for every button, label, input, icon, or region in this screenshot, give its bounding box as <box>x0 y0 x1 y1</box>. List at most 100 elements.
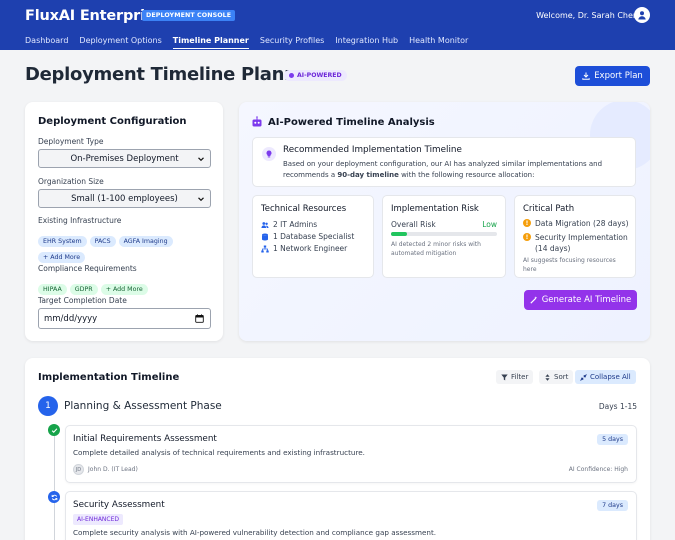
rec-line-1: Based on your deployment configuration, … <box>283 160 603 168</box>
critical-item-data-migration: ! Data Migration (28 days) <box>523 219 629 228</box>
rec-timeline-emphasis: 90-day timeline <box>337 171 399 179</box>
generate-ai-timeline-button[interactable]: Generate AI Timeline <box>524 290 637 310</box>
technical-resources-panel: Technical Resources 2 IT Admins 1 Databa… <box>252 195 374 278</box>
ai-card-header: AI-Powered Timeline Analysis <box>251 116 435 128</box>
org-size-value: Small (1-100 employees) <box>71 193 178 204</box>
timeline-connector <box>54 430 55 540</box>
rec-line-2a: recommends a <box>283 171 338 179</box>
chip-hipaa[interactable]: HIPAA <box>38 284 67 295</box>
filter-icon <box>501 374 508 380</box>
resource-label: 1 Database Specialist <box>273 232 355 241</box>
overall-risk-label: Overall Risk <box>391 220 436 229</box>
ai-enhanced-badge: AI-ENHANCED <box>73 514 124 525</box>
risk-bar-fill <box>391 232 407 236</box>
filter-label: Filter <box>511 373 529 381</box>
risk-title: Implementation Risk <box>391 204 479 214</box>
collapse-label: Collapse All <box>590 373 631 381</box>
target-date-input[interactable]: mm/dd/yyyy <box>38 308 211 329</box>
export-plan-label: Export Plan <box>594 71 643 81</box>
magic-wand-icon <box>530 296 537 304</box>
implementation-risk-panel: Implementation Risk Overall Risk Low AI … <box>382 195 506 278</box>
phase-number: 1 <box>38 396 58 416</box>
compliance-chips: HIPAA GDPR + Add More <box>38 276 151 295</box>
resources-title: Technical Resources <box>261 204 347 214</box>
chevron-down-icon <box>198 197 204 202</box>
ai-badge-label: AI-POWERED <box>297 72 342 79</box>
nav-timeline-planner[interactable]: Timeline Planner <box>172 36 249 49</box>
owner-name: John D. (IT Lead) <box>88 466 138 473</box>
deployment-type-value: On-Premises Deployment <box>70 153 179 164</box>
task-title: Initial Requirements Assessment <box>73 434 217 444</box>
completed-check-icon <box>48 424 60 436</box>
ai-dot-icon <box>289 73 294 78</box>
recommendation-box: Recommended Implementation Timeline Base… <box>252 137 636 187</box>
task-card[interactable]: Initial Requirements Assessment 5 days C… <box>65 425 637 483</box>
in-progress-sync-icon <box>48 491 60 503</box>
resource-label: 1 Network Engineer <box>273 244 348 253</box>
task-description: Complete security analysis with AI-power… <box>73 528 437 537</box>
critical-item-label: Data Migration (28 days) <box>535 219 629 228</box>
task-duration-badge: 7 days <box>597 500 628 511</box>
critical-path-panel: Critical Path ! Data Migration (28 days)… <box>514 195 636 278</box>
chip-gdpr[interactable]: GDPR <box>69 284 98 295</box>
resource-database-specialist: 1 Database Specialist <box>261 232 354 241</box>
rec-line-2c: with the following resource allocation: <box>398 171 535 179</box>
nav-health-monitor[interactable]: Health Monitor <box>409 36 468 49</box>
warning-icon: ! <box>523 219 531 227</box>
overall-risk-value: Low <box>482 220 497 229</box>
resource-label: 2 IT Admins <box>273 220 318 229</box>
critical-path-note: AI suggests focusing resources here <box>523 257 616 273</box>
console-tag: DEPLOYMENT CONSOLE <box>142 10 236 21</box>
ai-confidence: AI Confidence: High <box>568 466 628 473</box>
recommendation-body: Based on your deployment configuration, … <box>283 159 623 181</box>
page-title: Deployment Timeline Planner <box>25 64 318 85</box>
infrastructure-add: + Add More <box>38 244 88 263</box>
chevron-down-icon <box>198 157 204 162</box>
nav-deployment-options[interactable]: Deployment Options <box>79 36 161 49</box>
nav-integration-hub[interactable]: Integration Hub <box>335 36 398 49</box>
network-icon <box>261 245 269 252</box>
sort-label: Sort <box>554 373 569 381</box>
calendar-icon <box>195 314 204 323</box>
generate-label: Generate AI Timeline <box>541 295 632 305</box>
collapse-all-button[interactable]: Collapse All <box>575 370 636 384</box>
add-infrastructure-button[interactable]: + Add More <box>38 252 86 263</box>
users-icon <box>261 221 269 228</box>
filter-button[interactable]: Filter <box>496 370 534 384</box>
risk-bar <box>391 232 497 236</box>
task-duration-badge: 5 days <box>597 434 628 445</box>
ai-timeline-analysis-card: AI-Powered Timeline Analysis Recommended… <box>239 102 650 341</box>
nav-security-profiles[interactable]: Security Profiles <box>260 36 324 49</box>
deployment-configuration-card: Deployment Configuration Deployment Type… <box>25 102 223 341</box>
welcome-text: Welcome, Dr. Sarah Chen <box>536 11 638 20</box>
sort-button[interactable]: Sort <box>539 370 574 384</box>
timeline-title: Implementation Timeline <box>38 372 180 383</box>
add-compliance-button[interactable]: + Add More <box>100 284 148 295</box>
infrastructure-label: Existing Infrastructure <box>38 216 122 225</box>
nav-dashboard[interactable]: Dashboard <box>25 36 68 49</box>
recommendation-title: Recommended Implementation Timeline <box>283 145 462 155</box>
main-nav: Dashboard Deployment Options Timeline Pl… <box>25 36 479 49</box>
user-avatar[interactable] <box>634 7 650 23</box>
phase-title[interactable]: Planning & Assessment Phase <box>64 400 222 412</box>
compliance-label: Compliance Requirements <box>38 264 137 273</box>
ai-powered-badge: AI-POWERED <box>284 70 347 81</box>
task-title: Security Assessment <box>73 500 165 510</box>
lightbulb-icon <box>262 147 276 161</box>
resource-it-admins: 2 IT Admins <box>261 220 317 229</box>
task-owner: JD John D. (IT Lead) <box>73 464 138 475</box>
top-header: FluxAI Enterprise DEPLOYMENT CONSOLE Wel… <box>0 0 675 50</box>
chip-agfa-imaging[interactable]: AGFA Imaging <box>118 236 173 247</box>
robot-icon <box>252 116 262 127</box>
deployment-type-select[interactable]: On-Premises Deployment <box>38 149 211 168</box>
implementation-timeline-card: Implementation Timeline Filter Sort Coll… <box>25 358 650 540</box>
org-size-select[interactable]: Small (1-100 employees) <box>38 189 211 208</box>
task-card[interactable]: Security Assessment AI-ENHANCED 7 days C… <box>65 491 637 540</box>
critical-path-title: Critical Path <box>523 204 575 214</box>
chip-pacs[interactable]: PACS <box>89 236 116 247</box>
config-title: Deployment Configuration <box>38 116 187 127</box>
download-icon <box>582 72 590 80</box>
date-placeholder: mm/dd/yyyy <box>44 313 98 324</box>
export-plan-button[interactable]: Export Plan <box>575 66 650 86</box>
critical-item-label: Security Implementation (14 days) <box>535 233 628 253</box>
